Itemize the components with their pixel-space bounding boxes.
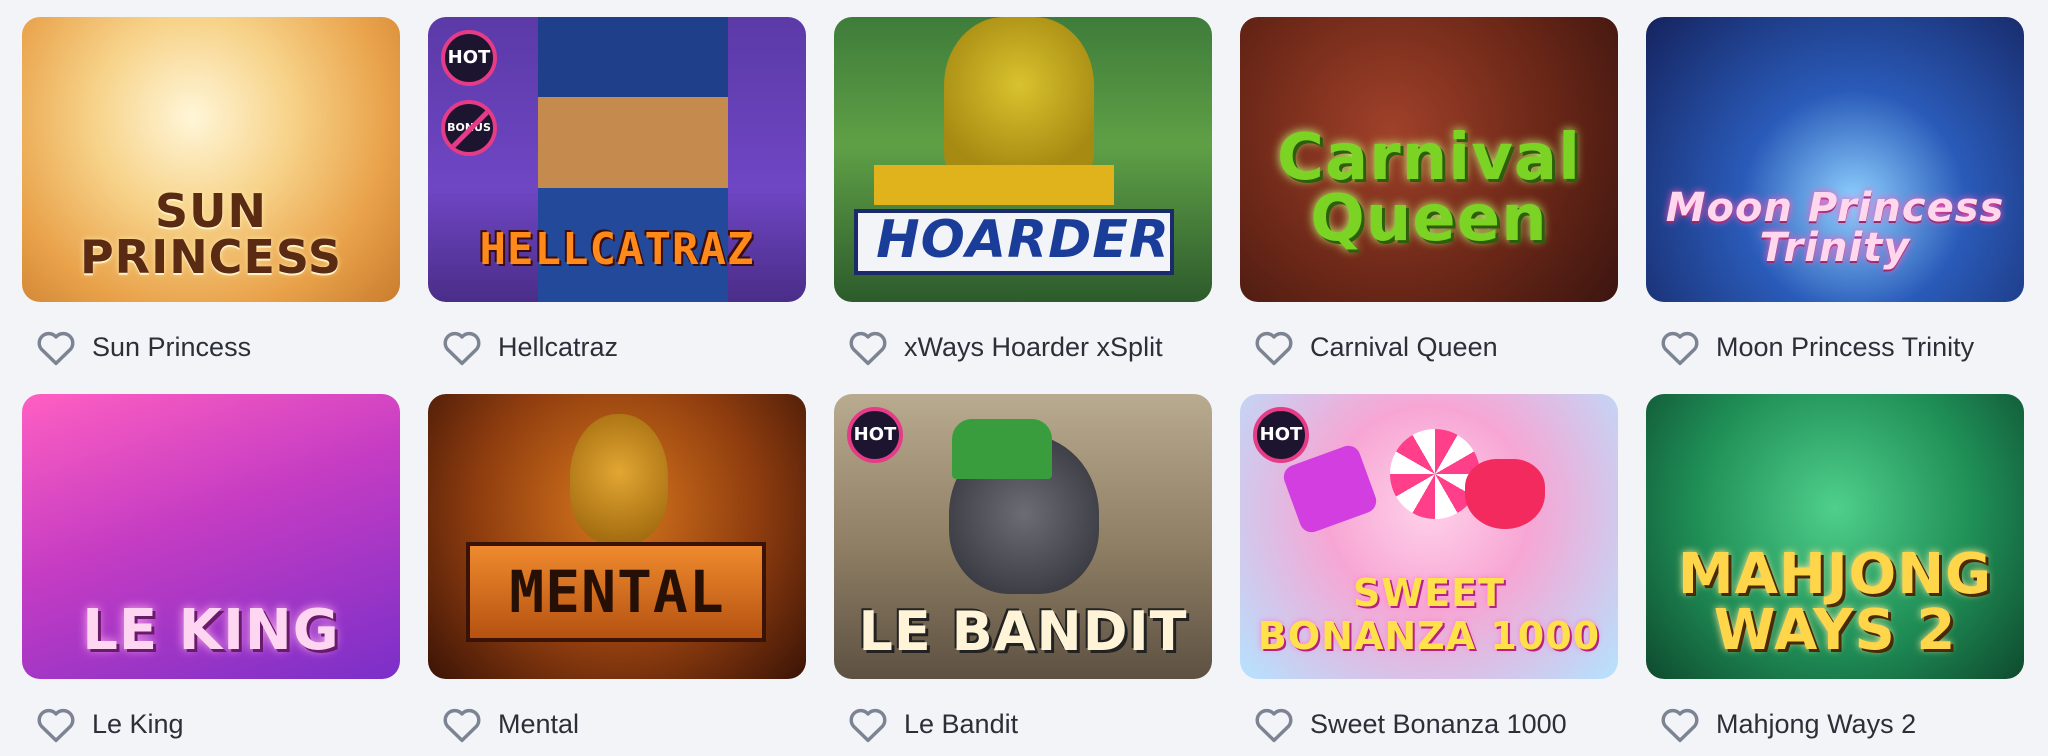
game-thumbnail[interactable]: LE KING — [22, 394, 400, 679]
favorite-heart-icon[interactable] — [1658, 702, 1702, 746]
favorite-heart-icon[interactable] — [1252, 702, 1296, 746]
game-card: Carnival Queen Carnival Queen — [1240, 17, 1618, 376]
game-thumbnail[interactable]: HOARDER — [834, 17, 1212, 302]
game-artwork-title: Carnival Queen — [1276, 121, 1582, 257]
game-artwork-title: LE BANDIT — [858, 600, 1188, 663]
game-title[interactable]: Hellcatraz — [498, 332, 618, 363]
favorite-heart-icon[interactable] — [846, 702, 890, 746]
game-caption: Sweet Bonanza 1000 — [1240, 694, 1618, 754]
game-artwork-title: MAHJONG WAYS 2 — [1677, 542, 1993, 663]
hot-badge: HOT — [1253, 407, 1309, 463]
game-title[interactable]: Sun Princess — [92, 332, 251, 363]
game-artwork-title: SWEET BONANZA 1000 — [1257, 570, 1601, 659]
game-card: HOT SWEET BONANZA 1000 Sweet Bonanza 100… — [1240, 394, 1618, 753]
game-grid: SUN PRINCESS Sun Princess HOT BONUS HELL… — [22, 17, 2024, 753]
game-caption: Mahjong Ways 2 — [1646, 694, 2024, 754]
game-title[interactable]: Mahjong Ways 2 — [1716, 709, 1916, 740]
game-thumbnail[interactable]: SUN PRINCESS — [22, 17, 400, 302]
game-thumbnail[interactable]: Moon Princess Trinity — [1646, 17, 2024, 302]
game-title[interactable]: Mental — [498, 709, 579, 740]
game-title[interactable]: xWays Hoarder xSplit — [904, 332, 1163, 363]
game-artwork-title: MENTAL — [509, 558, 725, 626]
game-card: SUN PRINCESS Sun Princess — [22, 17, 400, 376]
no-bonus-badge: BONUS — [441, 100, 497, 156]
favorite-heart-icon[interactable] — [440, 702, 484, 746]
heart-candy-shape — [1465, 459, 1545, 529]
game-caption: xWays Hoarder xSplit — [834, 317, 1212, 377]
game-title[interactable]: Carnival Queen — [1310, 332, 1498, 363]
game-caption: Le King — [22, 694, 400, 754]
game-title[interactable]: Sweet Bonanza 1000 — [1310, 709, 1567, 740]
favorite-heart-icon[interactable] — [34, 325, 78, 369]
game-card: HOARDER xWays Hoarder xSplit — [834, 17, 1212, 376]
character-hat — [952, 419, 1052, 479]
game-thumbnail[interactable]: HOT LE BANDIT — [834, 394, 1212, 679]
game-card: Moon Princess Trinity Moon Princess Trin… — [1646, 17, 2024, 376]
game-thumbnail[interactable]: Carnival Queen — [1240, 17, 1618, 302]
game-caption: Hellcatraz — [428, 317, 806, 377]
game-title[interactable]: Le King — [92, 709, 184, 740]
character-figure — [944, 17, 1094, 187]
game-caption: Carnival Queen — [1240, 317, 1618, 377]
title-banner — [874, 165, 1114, 205]
game-artwork-title: HOARDER — [876, 210, 1170, 270]
hot-badge: HOT — [441, 30, 497, 86]
game-card: HOT BONUS HELLCATRAZ Hellcatraz — [428, 17, 806, 376]
game-title[interactable]: Le Bandit — [904, 709, 1018, 740]
game-artwork-title: SUN PRINCESS — [79, 184, 343, 284]
game-artwork-title: LE KING — [82, 598, 340, 663]
favorite-heart-icon[interactable] — [34, 702, 78, 746]
game-thumbnail[interactable]: HOT BONUS HELLCATRAZ — [428, 17, 806, 302]
favorite-heart-icon[interactable] — [846, 325, 890, 369]
game-thumbnail[interactable]: MAHJONG WAYS 2 — [1646, 394, 2024, 679]
game-artwork-title: Moon Princess Trinity — [1665, 185, 2005, 271]
game-thumbnail[interactable]: MENTAL — [428, 394, 806, 679]
favorite-heart-icon[interactable] — [1658, 325, 1702, 369]
favorite-heart-icon[interactable] — [1252, 325, 1296, 369]
game-caption: Moon Princess Trinity — [1646, 317, 2024, 377]
game-artwork-title: HELLCATRAZ — [479, 224, 755, 275]
game-title[interactable]: Moon Princess Trinity — [1716, 332, 1974, 363]
game-thumbnail[interactable]: HOT SWEET BONANZA 1000 — [1240, 394, 1618, 679]
game-card: MENTAL Mental — [428, 394, 806, 753]
character-figure — [570, 414, 668, 544]
hot-badge: HOT — [847, 407, 903, 463]
game-card: LE KING Le King — [22, 394, 400, 753]
game-caption: Mental — [428, 694, 806, 754]
game-caption: Sun Princess — [22, 317, 400, 377]
game-caption: Le Bandit — [834, 694, 1212, 754]
game-card: MAHJONG WAYS 2 Mahjong Ways 2 — [1646, 394, 2024, 753]
favorite-heart-icon[interactable] — [440, 325, 484, 369]
game-card: HOT LE BANDIT Le Bandit — [834, 394, 1212, 753]
